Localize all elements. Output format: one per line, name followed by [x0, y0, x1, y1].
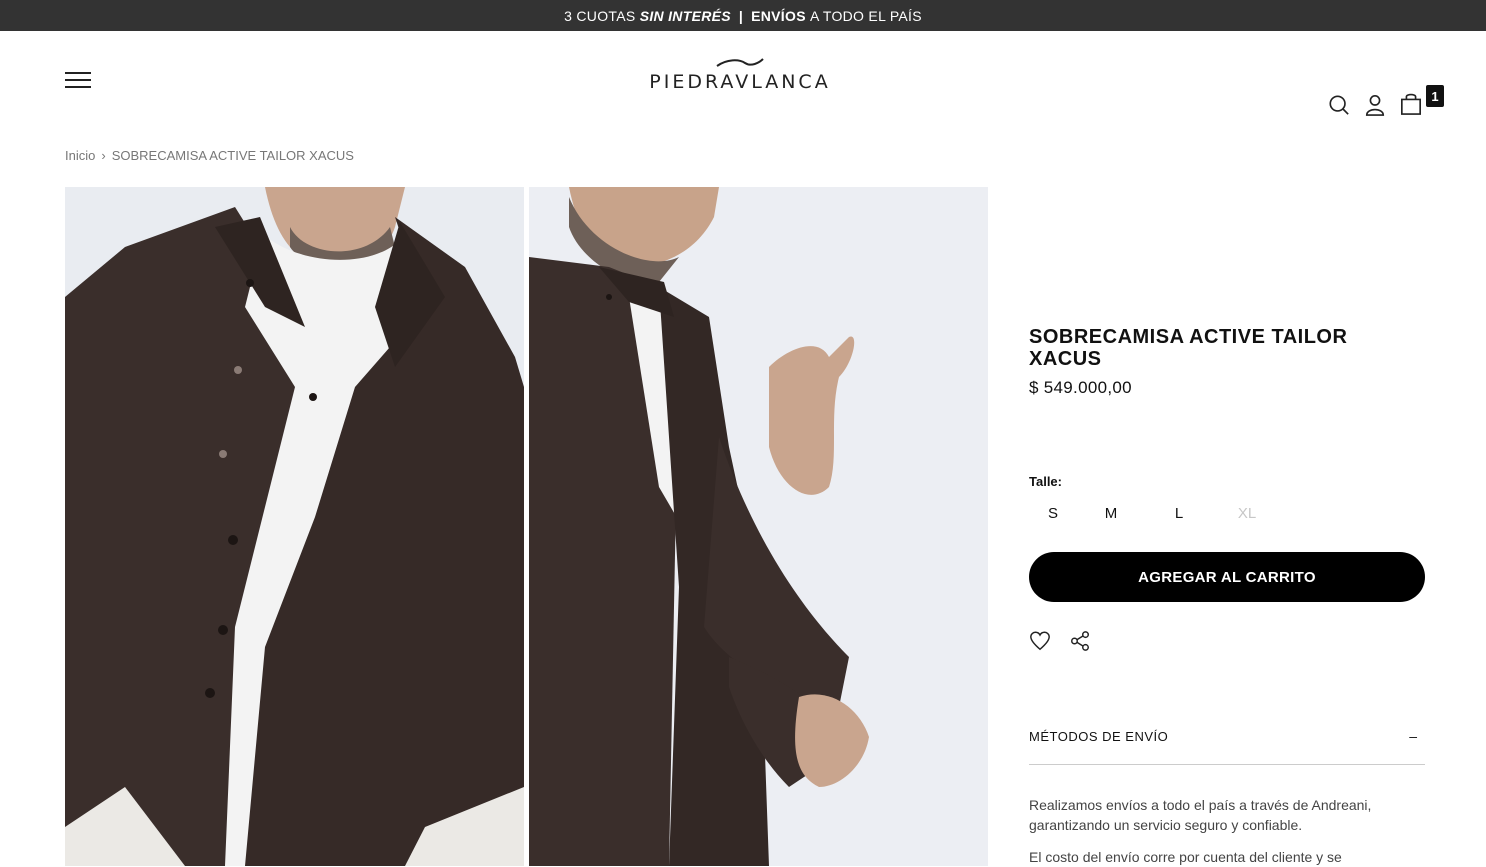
header-icons: 1 [1328, 85, 1444, 117]
add-to-cart-button[interactable]: AGREGAR AL CARRITO [1029, 552, 1425, 602]
logo-text: PIEDRAVLANCA [649, 71, 831, 93]
shipping-text-2: El costo del envío corre por cuenta del … [1029, 849, 1342, 865]
shipping-title: MÉTODOS DE ENVÍO [1029, 728, 1169, 744]
product-actions [1029, 630, 1425, 652]
search-icon[interactable] [1328, 94, 1350, 116]
size-option-m[interactable]: M [1077, 505, 1145, 522]
size-option-xl: XL [1237, 505, 1257, 522]
shipping-text-1: Realizamos envíos a todo el país a travé… [1029, 797, 1372, 833]
shopping-bag-icon [1401, 93, 1421, 115]
breadcrumb: Inicio › SOBRECAMISA ACTIVE TAILOR XACUS [65, 148, 354, 163]
product-gallery [65, 187, 988, 866]
collapse-icon[interactable]: – [1409, 728, 1425, 744]
promo-installments: 3 CUOTAS [564, 7, 636, 24]
logo[interactable]: PIEDRAVLANCA [640, 57, 840, 93]
user-icon[interactable] [1364, 94, 1386, 116]
promo-separator: | [738, 7, 744, 24]
product-info: SOBRECAMISA ACTIVE TAILOR XACUS $ 549.00… [1029, 326, 1425, 867]
breadcrumb-home-link[interactable]: Inicio [65, 148, 95, 163]
shipping-accordion-header[interactable]: MÉTODOS DE ENVÍO – [1029, 728, 1425, 765]
size-option-s[interactable]: S [1029, 505, 1077, 522]
heart-icon[interactable] [1029, 630, 1051, 652]
product-price: $ 549.000,00 [1029, 378, 1132, 397]
size-label: Talle: [1029, 474, 1062, 489]
breadcrumb-current: SOBRECAMISA ACTIVE TAILOR XACUS [111, 148, 354, 163]
product-title: SOBRECAMISA ACTIVE TAILOR XACUS [1029, 326, 1425, 370]
promo-country: A TODO EL PAÍS [810, 7, 922, 24]
menu-icon[interactable] [65, 70, 91, 90]
product-title-line2: XACUS [1029, 348, 1102, 370]
cart-button[interactable]: 1 [1400, 85, 1444, 117]
promo-no-interest: SIN INTERÉS [639, 7, 731, 24]
share-icon[interactable] [1069, 630, 1091, 652]
size-selector: S M L XL [1029, 505, 1425, 522]
logo-swoosh-icon [716, 58, 764, 67]
site-header: PIEDRAVLANCA 1 [0, 31, 1486, 127]
product-title-line1: SOBRECAMISA ACTIVE TAILOR [1029, 326, 1348, 348]
product-photo-side[interactable] [529, 187, 988, 866]
product-photo-front[interactable] [65, 187, 524, 866]
promo-shipping: ENVÍOS [751, 7, 806, 24]
cart-count-badge: 1 [1426, 85, 1444, 107]
promo-bar: 3 CUOTAS SIN INTERÉS | ENVÍOS A TODO EL … [0, 0, 1486, 31]
size-option-l[interactable]: L [1145, 505, 1213, 522]
breadcrumb-separator: › [101, 148, 106, 163]
